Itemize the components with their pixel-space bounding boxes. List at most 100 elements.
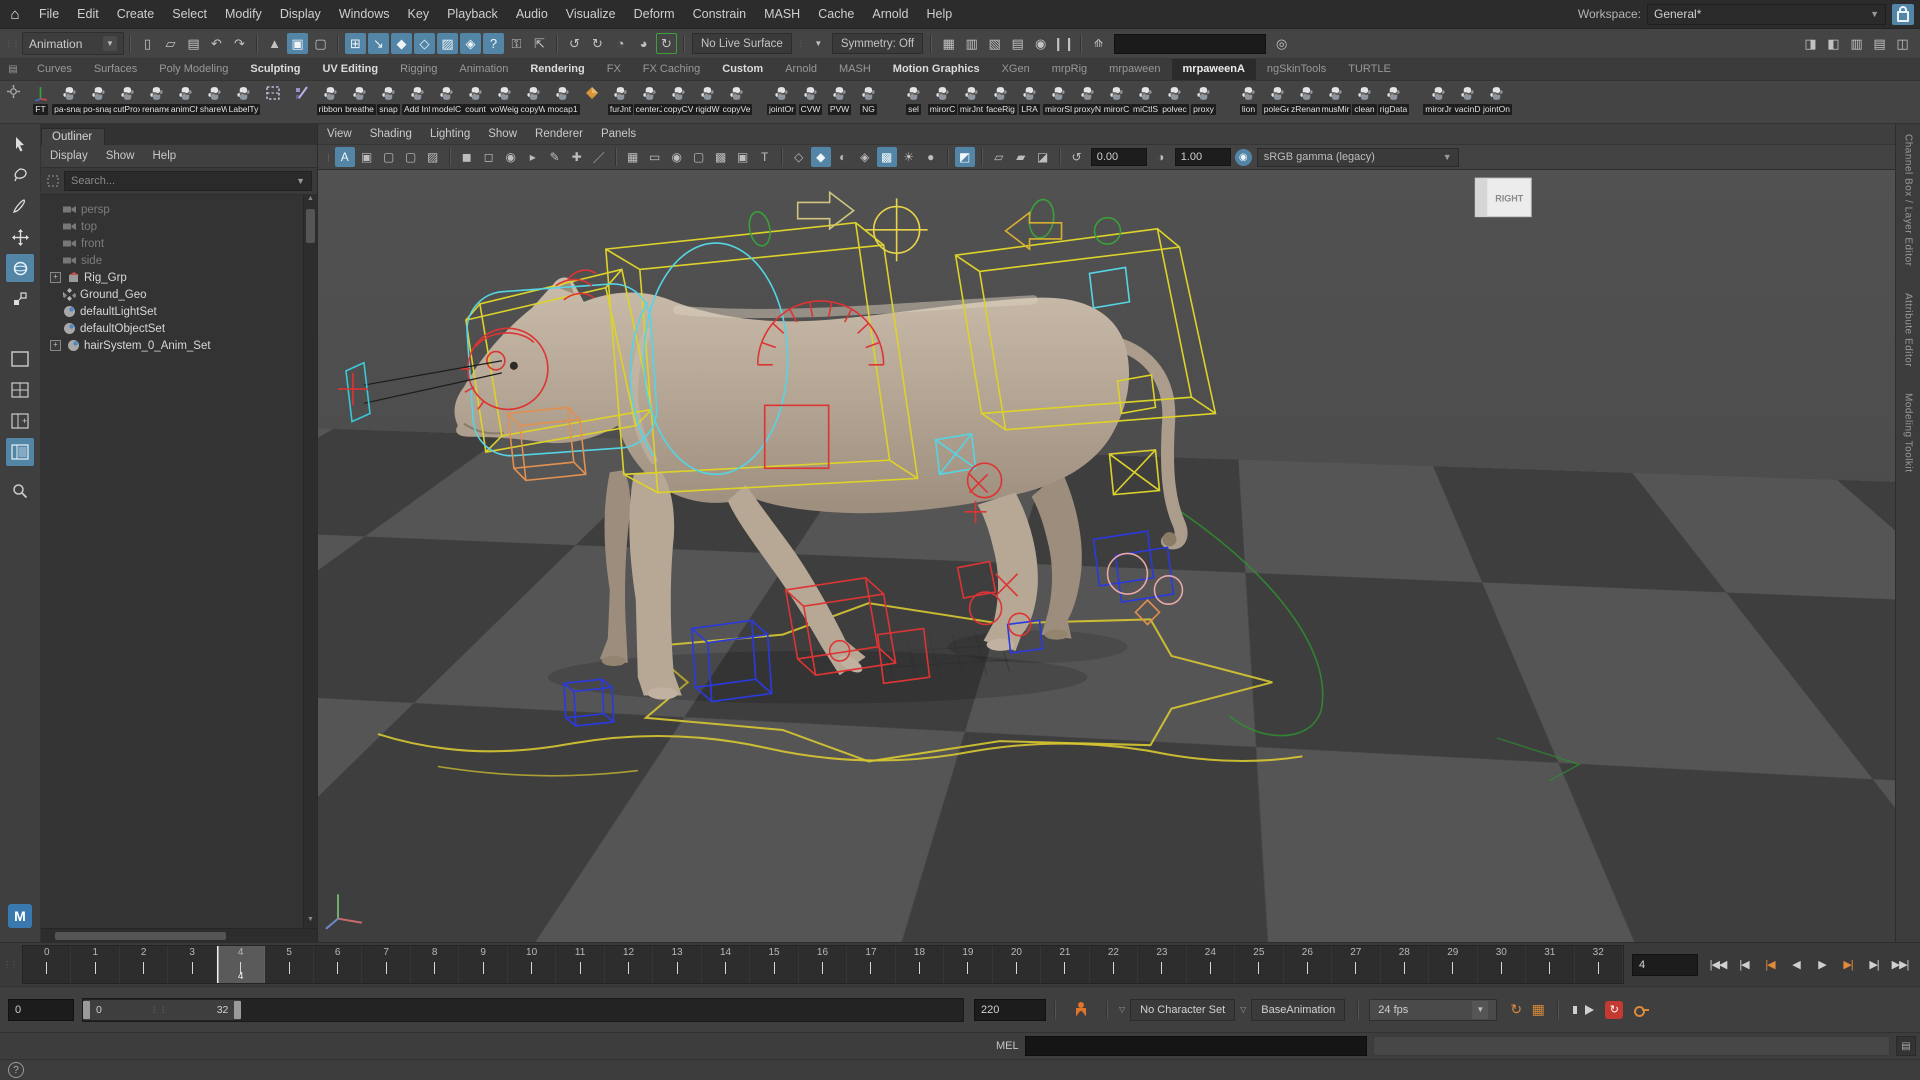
shelf-button-mictls[interactable]: miCtlS — [1131, 82, 1160, 115]
shelf-button-mirorjr[interactable]: mirorJr — [1424, 82, 1453, 115]
shelf-tab-fx[interactable]: FX — [596, 59, 632, 80]
outliner-item-rig-grp[interactable]: +Rig_Grp — [41, 269, 303, 286]
range-grip[interactable]: ⋮⋮ — [108, 1005, 211, 1014]
input-connections-icon[interactable]: ↺ — [564, 33, 585, 54]
frame-25[interactable]: 2525 — [1235, 946, 1283, 983]
shelf-button-count[interactable]: count — [461, 82, 490, 115]
menu-audio[interactable]: Audio — [507, 0, 557, 28]
toggle-channel-box-icon[interactable]: ◫ — [1892, 33, 1913, 54]
gamma-icon[interactable]: ◑ — [1151, 147, 1171, 167]
viewport-menu-panels[interactable]: Panels — [592, 128, 645, 140]
viewport-menu-show[interactable]: Show — [479, 128, 526, 140]
menu-create[interactable]: Create — [108, 0, 164, 28]
live-surface-field[interactable]: No Live Surface — [692, 33, 792, 54]
shelf-button-mirjnt[interactable]: mirJnt — [957, 82, 986, 115]
frame-18[interactable]: 1818 — [896, 946, 944, 983]
shelf-button-ribbon[interactable]: ribbon — [316, 82, 345, 115]
outliner-menu-help[interactable]: Help — [144, 150, 186, 162]
history-b-icon[interactable]: ◕ — [633, 33, 654, 54]
shelf-tab-xgen[interactable]: XGen — [991, 59, 1041, 80]
shelf-tab-mrpaweena[interactable]: mrpaweenA — [1172, 59, 1256, 80]
shelf-button-furjnt[interactable]: furJnt — [606, 82, 635, 115]
shelf-button-mirorc[interactable]: mirorC — [928, 82, 957, 115]
shelf-button-rigdata[interactable]: rigData — [1379, 82, 1408, 115]
outliner-item-hairsystem-0-anim-set[interactable]: +hairSystem_0_Anim_Set — [41, 337, 303, 354]
shelf-button-rigidw[interactable]: rigidW — [693, 82, 722, 115]
shelf-tab-mrpaween[interactable]: mrpaween — [1098, 59, 1171, 80]
shelf-button-jointon[interactable]: jointOn — [1482, 82, 1511, 115]
shelf-button-po-snap[interactable]: po-snap — [84, 82, 113, 115]
shelf-button-labelty[interactable]: LabelTy — [229, 82, 258, 115]
frame-13[interactable]: 1313 — [653, 946, 701, 983]
textured-display-icon[interactable]: ◐ — [833, 147, 853, 167]
shelf-button-sel[interactable]: sel — [899, 82, 928, 115]
frame-15[interactable]: 1515 — [750, 946, 798, 983]
scroll-thumb[interactable] — [306, 209, 315, 243]
show-grid-icon[interactable]: ▦ — [623, 147, 643, 167]
bookmark-view-icon[interactable]: ▸ — [523, 147, 543, 167]
workspace-dropdown[interactable]: General* ▼ — [1647, 4, 1886, 25]
highlight-selection-icon[interactable]: ⇱ — [529, 33, 550, 54]
shelf-button-copyve[interactable]: copyVe — [722, 82, 751, 115]
frame-8[interactable]: 88 — [411, 946, 459, 983]
shelf-button-jointor[interactable]: jointOr — [767, 82, 796, 115]
shelf-button-polege[interactable]: poleGe — [1263, 82, 1292, 115]
viewport-menu-lighting[interactable]: Lighting — [421, 128, 479, 140]
scale-tool[interactable] — [6, 285, 34, 313]
paste-image-icon[interactable]: ▰ — [1011, 147, 1031, 167]
shelf-button-breathe[interactable]: breathe — [345, 82, 374, 115]
occlusion-icon[interactable]: ● — [921, 147, 941, 167]
menu-cache[interactable]: Cache — [809, 0, 863, 28]
paint-select-tool[interactable] — [6, 192, 34, 220]
shelf-button-proxyn[interactable]: proxyN — [1073, 82, 1102, 115]
shelf-tab-turtle[interactable]: TURTLE — [1337, 59, 1402, 80]
frame-24[interactable]: 2424 — [1187, 946, 1235, 983]
layout-outliner-persp[interactable] — [6, 438, 34, 466]
ipr-render-icon[interactable]: ▧ — [984, 33, 1005, 54]
construction-history-icon[interactable]: ↻ — [656, 33, 677, 54]
shelf-button-cutprox[interactable]: cutProx — [113, 82, 142, 115]
shelf-button-copyw[interactable]: copyW — [519, 82, 548, 115]
animation-start-field[interactable]: 0 — [8, 999, 74, 1021]
copy-image-icon[interactable]: ▱ — [989, 147, 1009, 167]
camera-attributes-icon[interactable]: ◉ — [501, 147, 521, 167]
menu-mash[interactable]: MASH — [755, 0, 809, 28]
frame-22[interactable]: 2222 — [1090, 946, 1138, 983]
toggle-modeling-toolkit-icon[interactable]: ◨ — [1800, 33, 1821, 54]
select-object-icon[interactable]: ▣ — [287, 33, 308, 54]
wireframe-on-shaded-icon[interactable]: ▢ — [379, 147, 399, 167]
outliner-item-side[interactable]: side — [41, 252, 303, 269]
frame-29[interactable]: 2929 — [1429, 946, 1477, 983]
shelf-tab-surfaces[interactable]: Surfaces — [83, 59, 148, 80]
m-badge-icon[interactable]: M — [8, 904, 32, 928]
shelf-button-ng[interactable]: NG — [854, 82, 883, 115]
playback-range[interactable]: 0 ⋮⋮ 32 — [83, 1000, 241, 1020]
expand-icon[interactable]: + — [50, 272, 61, 283]
timeslider-grip[interactable]: ⋮⋮ — [3, 960, 17, 969]
chevron-down-icon[interactable]: ▽ — [1240, 1005, 1246, 1014]
shelf-menu-icon[interactable]: ▤ — [0, 64, 26, 75]
menu-key[interactable]: Key — [399, 0, 439, 28]
step-forward-key-button[interactable]: ▶| — [1862, 954, 1886, 976]
select-component-icon[interactable]: ▢ — [310, 33, 331, 54]
field-chart-icon[interactable]: ▩ — [711, 147, 731, 167]
shelf-button-clean[interactable]: clean — [1350, 82, 1379, 115]
select-camera-icon[interactable]: ◼ — [457, 147, 477, 167]
frame-7[interactable]: 77 — [362, 946, 410, 983]
frame-11[interactable]: 1111 — [556, 946, 604, 983]
shadows-icon[interactable]: ▩ — [877, 147, 897, 167]
textured-mode-icon[interactable]: A — [335, 147, 355, 167]
shelf-tab-poly-modeling[interactable]: Poly Modeling — [148, 59, 239, 80]
safe-title-icon[interactable]: T — [755, 147, 775, 167]
frame-32[interactable]: 3232 — [1575, 946, 1623, 983]
frame-30[interactable]: 3030 — [1478, 946, 1526, 983]
outliner-item-top[interactable]: top — [41, 218, 303, 235]
range-track[interactable]: 0 ⋮⋮ 32 — [82, 998, 964, 1022]
xray-mode-icon[interactable]: ▨ — [423, 147, 443, 167]
gamma-field[interactable]: 1.00 — [1175, 148, 1231, 166]
play-backwards-button[interactable]: ◀ — [1784, 954, 1808, 976]
zoom-tool[interactable] — [6, 477, 34, 505]
shelf-button-add-inf[interactable]: Add Inf — [403, 82, 432, 115]
shelf-tab-arnold[interactable]: Arnold — [774, 59, 828, 80]
outliner-vscrollbar[interactable]: ▲ ▼ — [303, 195, 317, 928]
